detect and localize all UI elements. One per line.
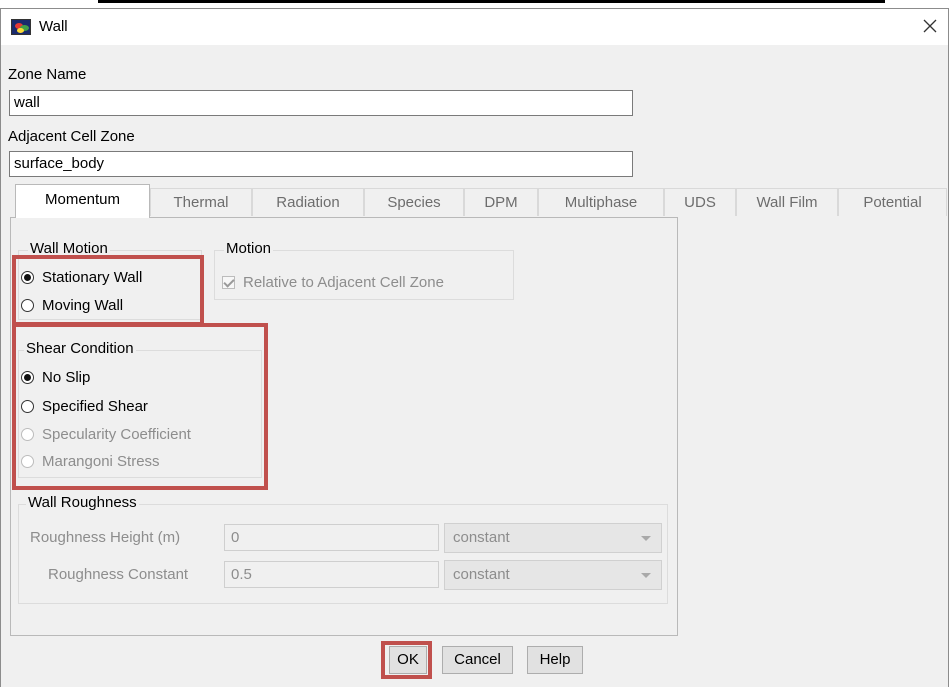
cancel-button[interactable]: Cancel (442, 646, 513, 674)
tab-potential[interactable]: Potential (838, 188, 947, 216)
help-button[interactable]: Help (527, 646, 583, 674)
roughness-height-method-select[interactable]: constant (444, 523, 662, 553)
roughness-constant-label: Roughness Constant (48, 566, 189, 583)
wall-motion-label: Wall Motion (28, 240, 110, 257)
moving-wall-radio[interactable]: Moving Wall (21, 297, 123, 314)
radio-empty-icon (21, 400, 34, 413)
adjacent-cell-zone-label: Adjacent Cell Zone (8, 128, 135, 145)
top-border-line (98, 0, 885, 3)
roughness-height-method-value: constant (453, 529, 510, 546)
stationary-wall-radio[interactable]: Stationary Wall (21, 269, 142, 286)
checkbox-checked-icon (222, 276, 235, 289)
window-title: Wall (39, 18, 68, 35)
roughness-constant-method-value: constant (453, 566, 510, 583)
radio-selected-icon (21, 371, 34, 384)
radio-empty-icon (21, 299, 34, 312)
no-slip-label: No Slip (42, 369, 91, 386)
fluent-app-icon (11, 19, 31, 35)
tab-wall-film[interactable]: Wall Film (736, 188, 838, 216)
tab-dpm[interactable]: DPM (464, 188, 538, 216)
title-bar: Wall (1, 9, 948, 45)
specularity-coefficient-radio: Specularity Coefficient (21, 426, 191, 443)
moving-wall-label: Moving Wall (42, 297, 124, 314)
zone-name-label: Zone Name (8, 66, 87, 83)
stationary-wall-label: Stationary Wall (42, 269, 143, 286)
motion-label: Motion (224, 240, 274, 257)
tab-uds[interactable]: UDS (664, 188, 736, 216)
relative-to-adjacent-checkbox[interactable]: Relative to Adjacent Cell Zone (222, 274, 444, 291)
specified-shear-radio[interactable]: Specified Shear (21, 398, 148, 415)
roughness-height-label: Roughness Height (m) (30, 529, 181, 546)
shear-condition-label: Shear Condition (24, 340, 136, 357)
roughness-constant-method-select[interactable]: constant (444, 560, 662, 590)
relative-to-adjacent-label: Relative to Adjacent Cell Zone (243, 274, 444, 291)
adjacent-cell-zone-field: surface_body (9, 151, 633, 177)
ok-button[interactable]: OK (389, 646, 427, 674)
radio-selected-icon (21, 271, 34, 284)
tab-radiation[interactable]: Radiation (252, 188, 364, 216)
dropdown-arrow-icon (641, 536, 651, 541)
dropdown-arrow-icon (641, 573, 651, 578)
zone-name-input[interactable]: wall (9, 90, 633, 116)
roughness-height-input[interactable]: 0 (224, 524, 439, 551)
specified-shear-label: Specified Shear (42, 398, 148, 415)
tab-species[interactable]: Species (364, 188, 464, 216)
roughness-constant-input[interactable]: 0.5 (224, 561, 439, 588)
marangoni-stress-label: Marangoni Stress (42, 453, 160, 470)
tab-multiphase[interactable]: Multiphase (538, 188, 664, 216)
close-icon[interactable] (918, 14, 942, 38)
specularity-coefficient-label: Specularity Coefficient (42, 426, 191, 443)
marangoni-stress-radio: Marangoni Stress (21, 453, 160, 470)
no-slip-radio[interactable]: No Slip (21, 369, 90, 386)
radio-disabled-icon (21, 428, 34, 441)
radio-disabled-icon (21, 455, 34, 468)
tab-momentum[interactable]: Momentum (15, 184, 150, 218)
wall-roughness-label: Wall Roughness (26, 494, 139, 511)
tab-thermal[interactable]: Thermal (150, 188, 252, 216)
